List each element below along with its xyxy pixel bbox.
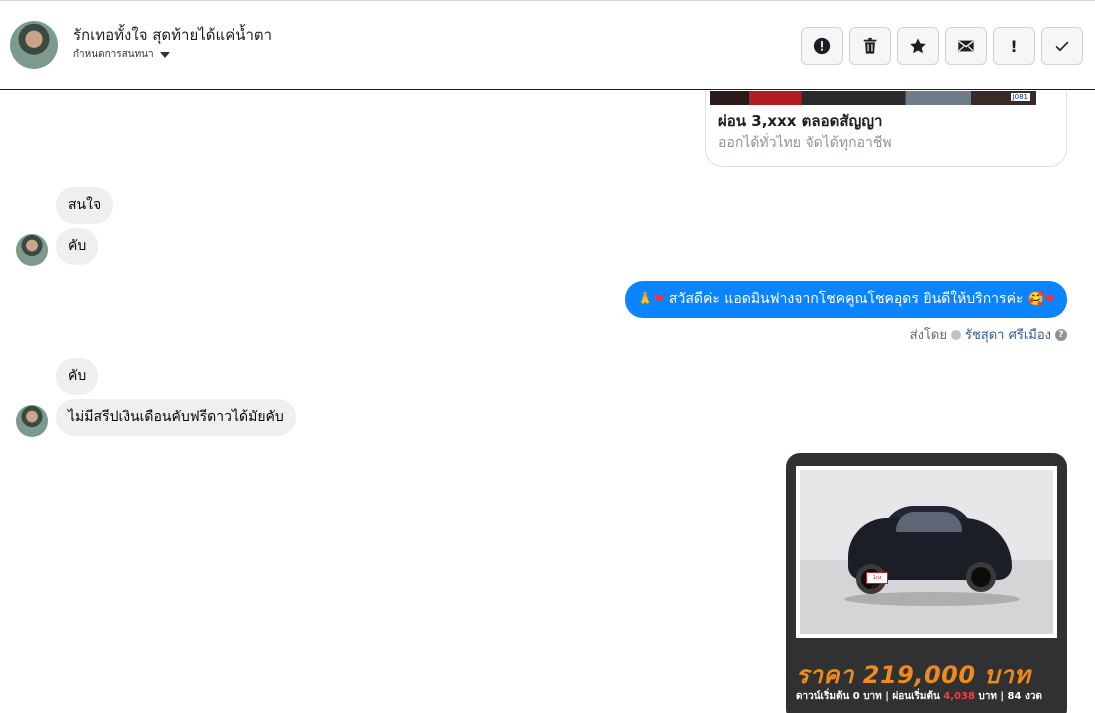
message-thread[interactable]: J081 ผ่อน 3,xxx ตลอดสัญญา ออกได้ทั่วไทย … [0,91,1095,713]
plate-tag: J081 [1010,93,1030,101]
message-text: สวัสดีค่ะ แอดมินฟางจากโชคคูณโชคอุดร ยินด… [668,291,1024,307]
done-button[interactable] [1041,27,1083,65]
car-promo-image[interactable]: 1กง 2137 ราคา 219,000 บาท ดาวน์เริ่มต้น … [786,453,1067,713]
product-title: ผ่อน 3,xxx ตลอดสัญญา [718,112,883,130]
alert-circle-icon [813,37,831,55]
heart-emoji-icon: ❤ [1044,292,1055,307]
car-photo: 1กง 2137 [796,466,1057,638]
license-plate: 1กง 2137 [866,572,888,591]
contact-avatar[interactable] [10,21,58,69]
follow-up-button[interactable]: ! [993,27,1035,65]
product-subtitle: ออกได้ทั่วไทย จัดได้ทุกอาชีพ [718,135,892,151]
sent-by-agent[interactable]: รัชสุดา ศรีเมือง [965,324,1051,345]
heart-emoji-icon: ❤ [653,292,665,307]
contact-name[interactable]: รักเทอทั้งใจ สุดท้ายได้แค่น้ำตา [73,23,272,47]
pray-emoji-icon: 🙏 [637,292,654,307]
promo-terms: ดาวน์เริ่มต้น 0 บาท | ผ่อนเริ่มต้น 4,038… [796,691,1042,702]
conversation-header: รักเทอทั้งใจ สุดท้ายได้แค่น้ำตา กำหนดการ… [0,0,1095,90]
message-bubble-incoming[interactable]: คับ [56,228,99,265]
spam-button[interactable] [801,27,843,65]
check-icon [1055,41,1069,52]
help-icon[interactable]: ? [1055,328,1067,341]
sender-avatar [16,405,48,437]
mark-unread-button[interactable] [945,27,987,65]
message-bubble-incoming[interactable]: คับ [56,358,99,395]
exclamation-icon: ! [1010,36,1018,56]
verified-dot-icon [950,329,961,340]
sent-by-info: ส่งโดย รัชสุดา ศรีเมือง ? [910,324,1067,345]
sent-by-label: ส่งโดย [909,328,947,343]
star-icon [910,38,926,54]
assign-conversation-label: กำหนดการสนทนา [73,49,154,60]
message-bubble-incoming[interactable]: ไม่มีสรีปเงินเดือนคับฟรีดาวได้มัยคับ [56,399,296,436]
star-button[interactable] [897,27,939,65]
message-bubble-incoming[interactable]: สนใจ [56,187,114,224]
trash-icon [863,37,877,54]
messenger-inbox: รักเทอทั้งใจ สุดท้ายได้แค่น้ำตา กำหนดการ… [0,0,1095,713]
sender-avatar [16,234,48,266]
product-card[interactable]: J081 ผ่อน 3,xxx ตลอดสัญญา ออกได้ทั่วไทย … [705,91,1067,167]
envelope-icon [958,40,974,52]
smiling-hearts-emoji-icon: 🥰 [1027,292,1045,307]
caret-down-icon [159,51,170,58]
conversation-toolbar: ! [801,27,1083,65]
assign-conversation-dropdown[interactable]: กำหนดการสนทนา [73,47,170,62]
product-image: J081 [710,91,1036,105]
delete-button[interactable] [849,27,891,65]
message-bubble-outgoing[interactable]: 🙏❤ สวัสดีค่ะ แอดมินฟางจากโชคคูณโชคอุดร ย… [625,281,1067,318]
